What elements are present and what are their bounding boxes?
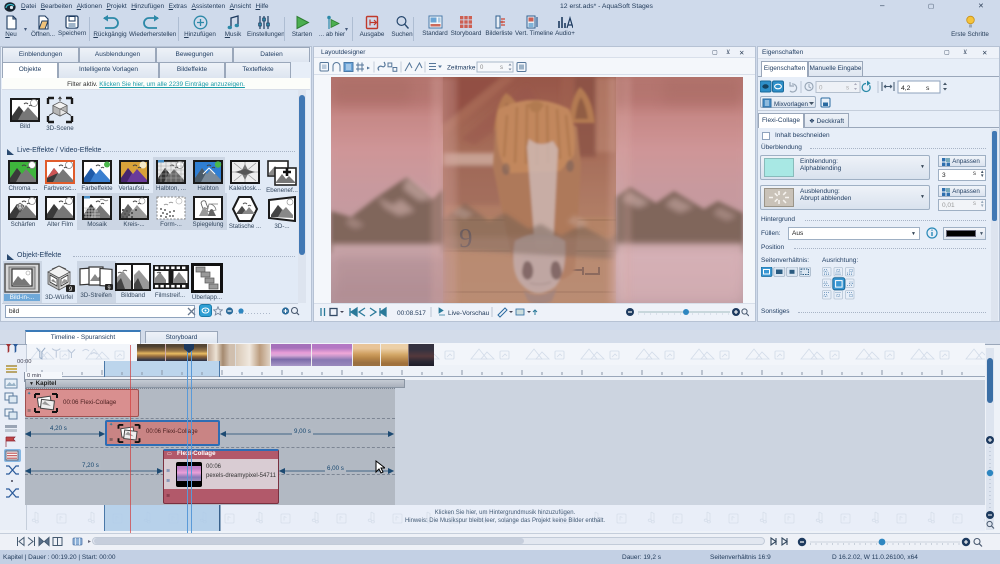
svg-text:4,2: 4,2 — [901, 85, 911, 92]
svg-text:9: 9 — [107, 286, 110, 292]
svg-text:s: s — [926, 85, 930, 92]
svg-text:Zeitmarke: Zeitmarke — [447, 65, 476, 72]
svg-text:s: s — [500, 65, 503, 71]
svg-text:Live-Vorschau: Live-Vorschau — [448, 310, 490, 317]
svg-text:00:08.517: 00:08.517 — [397, 310, 426, 317]
svg-text:0: 0 — [819, 85, 823, 92]
svg-text:Mixvorlagen: Mixvorlagen — [774, 101, 808, 108]
svg-text:s: s — [846, 85, 849, 92]
